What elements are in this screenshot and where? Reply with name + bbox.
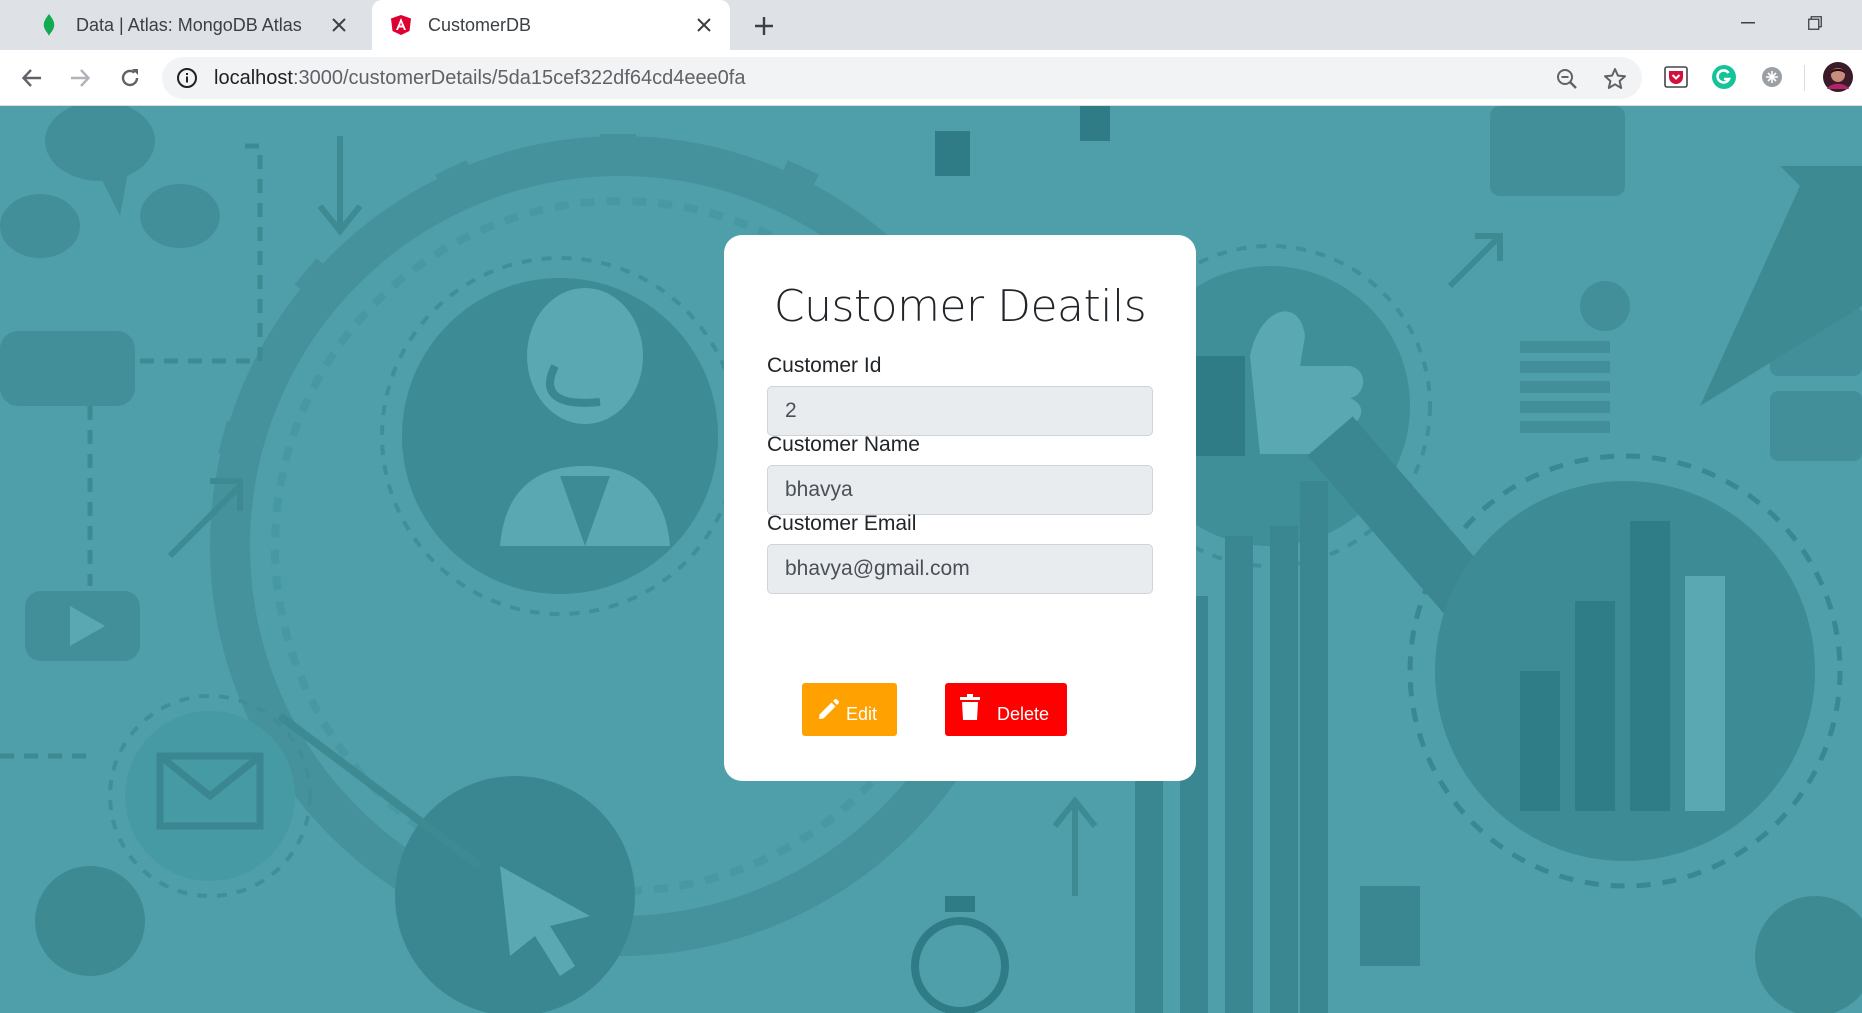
- grammarly-extension-icon[interactable]: [1710, 63, 1738, 91]
- url-host: localhost: [214, 67, 293, 89]
- customer-email-label: Customer Email: [767, 512, 917, 535]
- tab-title: Data | Atlas: MongoDB Atlas: [76, 14, 302, 35]
- customer-name-label: Customer Name: [767, 433, 920, 456]
- address-bar[interactable]: localhost:3000/customerDetails/5da15cef3…: [162, 57, 1642, 99]
- close-tab-icon[interactable]: [690, 11, 718, 39]
- tab-title: CustomerDB: [428, 14, 532, 35]
- extension-icon[interactable]: [1758, 63, 1786, 91]
- mongodb-leaf-icon: [38, 14, 60, 36]
- angular-shield-icon: [390, 14, 412, 36]
- tab-mongodb-atlas[interactable]: Data | Atlas: MongoDB Atlas: [20, 0, 365, 50]
- customer-details-card: Customer Deatils Customer Id Customer Na…: [724, 235, 1196, 781]
- reload-icon[interactable]: [112, 60, 148, 96]
- zoom-out-icon[interactable]: [1554, 66, 1580, 92]
- pocket-extension-icon[interactable]: [1662, 63, 1690, 91]
- forward-arrow-icon[interactable]: [62, 60, 98, 96]
- pencil-icon: [816, 698, 840, 722]
- customer-id-label: Customer Id: [767, 354, 882, 377]
- restore-window-icon[interactable]: [1795, 8, 1835, 38]
- edit-button-label: Edit: [846, 704, 878, 724]
- browser-toolbar: localhost:3000/customerDetails/5da15cef3…: [0, 50, 1862, 106]
- customer-id-field[interactable]: [767, 386, 1153, 436]
- page-title: Customer Deatils: [773, 281, 1147, 332]
- delete-button-label: Delete: [997, 704, 1050, 724]
- url-text: localhost:3000/customerDetails/5da15cef3…: [214, 67, 746, 90]
- site-info-icon[interactable]: [176, 67, 198, 89]
- bookmark-star-icon[interactable]: [1602, 66, 1628, 92]
- tab-customerdb[interactable]: CustomerDB: [372, 0, 730, 50]
- page-content: Customer Deatils Customer Id Customer Na…: [0, 106, 1862, 1013]
- back-arrow-icon[interactable]: [14, 60, 50, 96]
- trash-icon: [959, 693, 981, 720]
- customer-email-field[interactable]: [767, 544, 1153, 594]
- minimize-icon[interactable]: [1728, 8, 1768, 38]
- customer-name-field[interactable]: [767, 465, 1153, 515]
- delete-button[interactable]: Delete: [945, 683, 1067, 736]
- tab-strip: Data | Atlas: MongoDB Atlas CustomerDB: [0, 0, 1862, 50]
- close-tab-icon[interactable]: [325, 11, 353, 39]
- new-tab-button[interactable]: [748, 10, 780, 42]
- edit-button[interactable]: Edit: [802, 683, 897, 736]
- profile-avatar[interactable]: [1823, 62, 1853, 92]
- toolbar-divider: [1804, 65, 1805, 91]
- url-path: :3000/customerDetails/5da15cef322df64cd4…: [292, 67, 746, 89]
